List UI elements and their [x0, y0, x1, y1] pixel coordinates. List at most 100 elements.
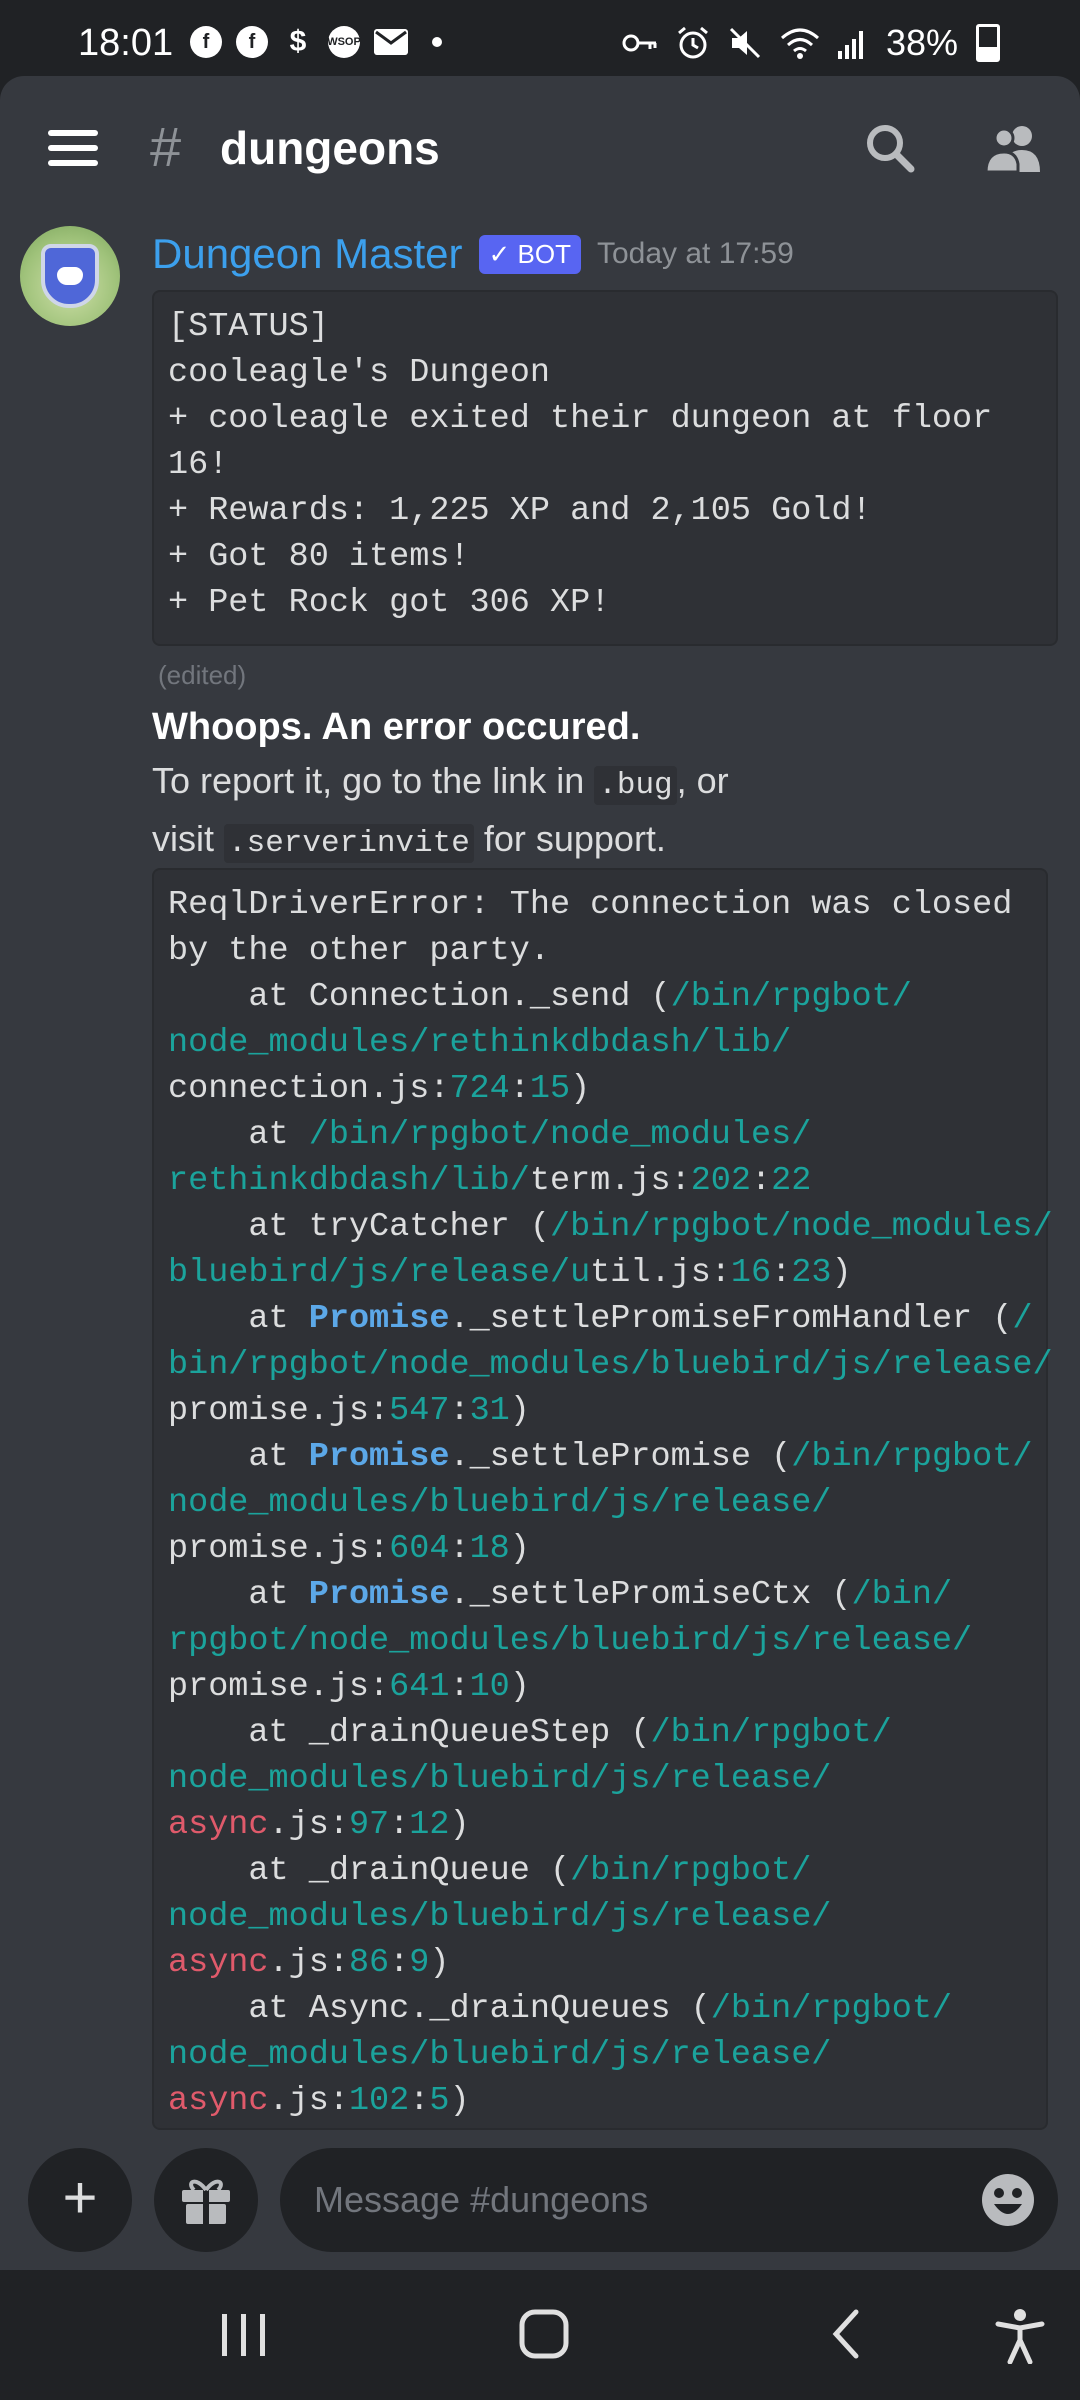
- battery-percent: 38%: [885, 22, 958, 63]
- trace-line: at Promise._settlePromise (/bin/rpgbot/: [168, 1434, 1032, 1480]
- battery-fill: [979, 46, 997, 59]
- trace-token: til.js:: [590, 1254, 731, 1292]
- mail-icon: [374, 29, 408, 55]
- trace-token: :: [409, 2082, 430, 2120]
- channel-name[interactable]: dungeons: [220, 121, 440, 175]
- trace-token: 102: [348, 2082, 410, 2120]
- trace-line: rpgbot/node_modules/bluebird/js/release/: [168, 1618, 1032, 1664]
- wifi-icon: [780, 28, 819, 59]
- trace-token: async: [168, 1944, 269, 1982]
- trace-line: at Promise._settlePromiseFromHandler (/: [168, 1296, 1032, 1342]
- trace-token: connection.js:: [168, 1070, 450, 1108]
- message-input[interactable]: Message #dungeons: [280, 2148, 1058, 2252]
- home-icon[interactable]: [514, 2308, 574, 2364]
- trace-token: /bin/: [851, 1576, 953, 1614]
- message-list[interactable]: Dungeon Master ✓ BOT Today at 17:59 [STA…: [0, 220, 1080, 2130]
- trace-line: at tryCatcher (/bin/rpgbot/node_modules/: [168, 1204, 1052, 1250]
- trace-line: node_modules/bluebird/js/release/: [168, 1756, 1032, 1802]
- message-timestamp: Today at 17:59: [596, 237, 794, 270]
- trace-token: /bin/rpgbot/node_modules/: [308, 1116, 812, 1154]
- accessibility-icon[interactable]: [990, 2308, 1050, 2364]
- trace-token: 547: [389, 1392, 450, 1430]
- trace-token: ): [449, 1806, 470, 1844]
- bug-command: .bug: [594, 766, 677, 805]
- recent-apps-icon[interactable]: [214, 2308, 274, 2364]
- trace-token: :: [509, 1070, 530, 1108]
- trace-token: 9: [409, 1944, 430, 1982]
- trace-token: /bin/rpgbot/: [670, 978, 912, 1016]
- author-name[interactable]: Dungeon Master: [152, 230, 463, 278]
- trace-line: node_modules/bluebird/js/release/: [168, 2032, 1032, 2078]
- trace-token: at: [168, 1116, 309, 1154]
- trace-token: /: [1012, 1300, 1033, 1338]
- trace-line: at _drainQueue (/bin/rpgbot/: [168, 1848, 1032, 1894]
- mute-icon: [729, 27, 760, 59]
- plus-icon: +: [62, 2164, 98, 2231]
- trace-token: :: [449, 1392, 470, 1430]
- status-line: + Rewards: 1,225 XP and 2,105 Gold!: [168, 492, 872, 530]
- status-line: [STATUS]: [168, 308, 329, 346]
- trace-token: at: [168, 1300, 309, 1338]
- system-icons: 38%: [622, 22, 1000, 64]
- trace-token: /bin/rpgbot/: [710, 1990, 953, 2028]
- status-codeblock: [STATUS] cooleagle's Dungeon + cooleagle e…: [152, 290, 1058, 646]
- trace-token: promise.js:: [168, 1530, 390, 1568]
- trace-line: at _drainQueueStep (/bin/rpgbot/: [168, 1710, 1032, 1756]
- trace-token: :: [751, 1162, 772, 1200]
- trace-token: node_modules/bluebird/js/release/: [168, 2036, 832, 2074]
- trace-token: :: [389, 1944, 410, 1982]
- trace-token: ): [449, 2082, 470, 2120]
- message-placeholder: Message #dungeons: [314, 2179, 649, 2220]
- trace-token: 31: [469, 1392, 510, 1430]
- trace-token: 97: [348, 1806, 390, 1844]
- status-line: cooleagle's Dungeon: [168, 354, 550, 392]
- trace-token: 86: [348, 1944, 390, 1982]
- trace-token: async: [168, 1806, 269, 1844]
- trace-token: .js:: [268, 2082, 349, 2120]
- trace-token: ._settlePromise (: [449, 1438, 792, 1476]
- error-line-2: visit .serverinvite for support.: [152, 818, 666, 863]
- trace-token: ._settlePromiseCtx (: [449, 1576, 852, 1614]
- trace-token: at _drainQueueStep (: [168, 1714, 651, 1752]
- add-attachment-button[interactable]: +: [28, 2148, 132, 2252]
- trace-token: at Async._drainQueues (: [168, 1990, 711, 2028]
- trace-token: /bin/rpgbot/node_modules/: [549, 1208, 1053, 1246]
- trace-token: :: [449, 1668, 470, 1706]
- gift-button[interactable]: [154, 2148, 258, 2252]
- trace-line: at Promise._settlePromiseCtx (/bin/: [168, 1572, 1032, 1618]
- trace-line: bluebird/js/release/util.js:16:23): [168, 1250, 1032, 1296]
- more-notifications-dot: [432, 37, 442, 47]
- notification-icons: f f $ WSOP: [190, 25, 442, 58]
- status-line: + Pet Rock got 306 XP!: [168, 584, 611, 622]
- trace-token: 5: [429, 2082, 450, 2120]
- trace-token: node_modules/bluebird/js/release/: [168, 1898, 832, 1936]
- channel-header: # dungeons: [0, 76, 1080, 222]
- trace-line: connection.js:724:15): [168, 1066, 1032, 1112]
- trace-line: async.js:102:5): [168, 2078, 1032, 2124]
- trace-token: 12: [409, 1806, 450, 1844]
- trace-token: .js:: [268, 1944, 349, 1982]
- gift-icon: [182, 2179, 230, 2224]
- emoji-icon[interactable]: [980, 2172, 1036, 2228]
- alarm-icon: [677, 26, 708, 59]
- trace-token: Promise: [308, 1300, 450, 1338]
- trace-token: Promise: [308, 1438, 450, 1476]
- back-icon[interactable]: [818, 2308, 878, 2364]
- search-icon[interactable]: [864, 122, 916, 174]
- trace-token: by the other party.: [168, 932, 550, 970]
- trace-token: 22: [771, 1162, 812, 1200]
- dollar-icon: $: [289, 25, 307, 58]
- members-icon[interactable]: [984, 120, 1044, 176]
- trace-token: :: [449, 1530, 470, 1568]
- avatar[interactable]: [20, 226, 120, 326]
- trace-token: node_modules/rethinkdbdash/lib/: [168, 1024, 792, 1062]
- trace-token: bluebird/js/release/u: [168, 1254, 591, 1292]
- trace-token: at Connection._send (: [168, 978, 671, 1016]
- trace-line: promise.js:641:10): [168, 1664, 1032, 1710]
- status-line: 16!: [168, 446, 229, 484]
- menu-icon[interactable]: [48, 130, 98, 166]
- trace-token: 18: [469, 1530, 510, 1568]
- stacktrace-codeblock: ReqlDriverError: The connection was clos…: [152, 868, 1053, 2130]
- trace-token: Promise: [308, 1576, 450, 1614]
- trace-token: ): [509, 1668, 530, 1706]
